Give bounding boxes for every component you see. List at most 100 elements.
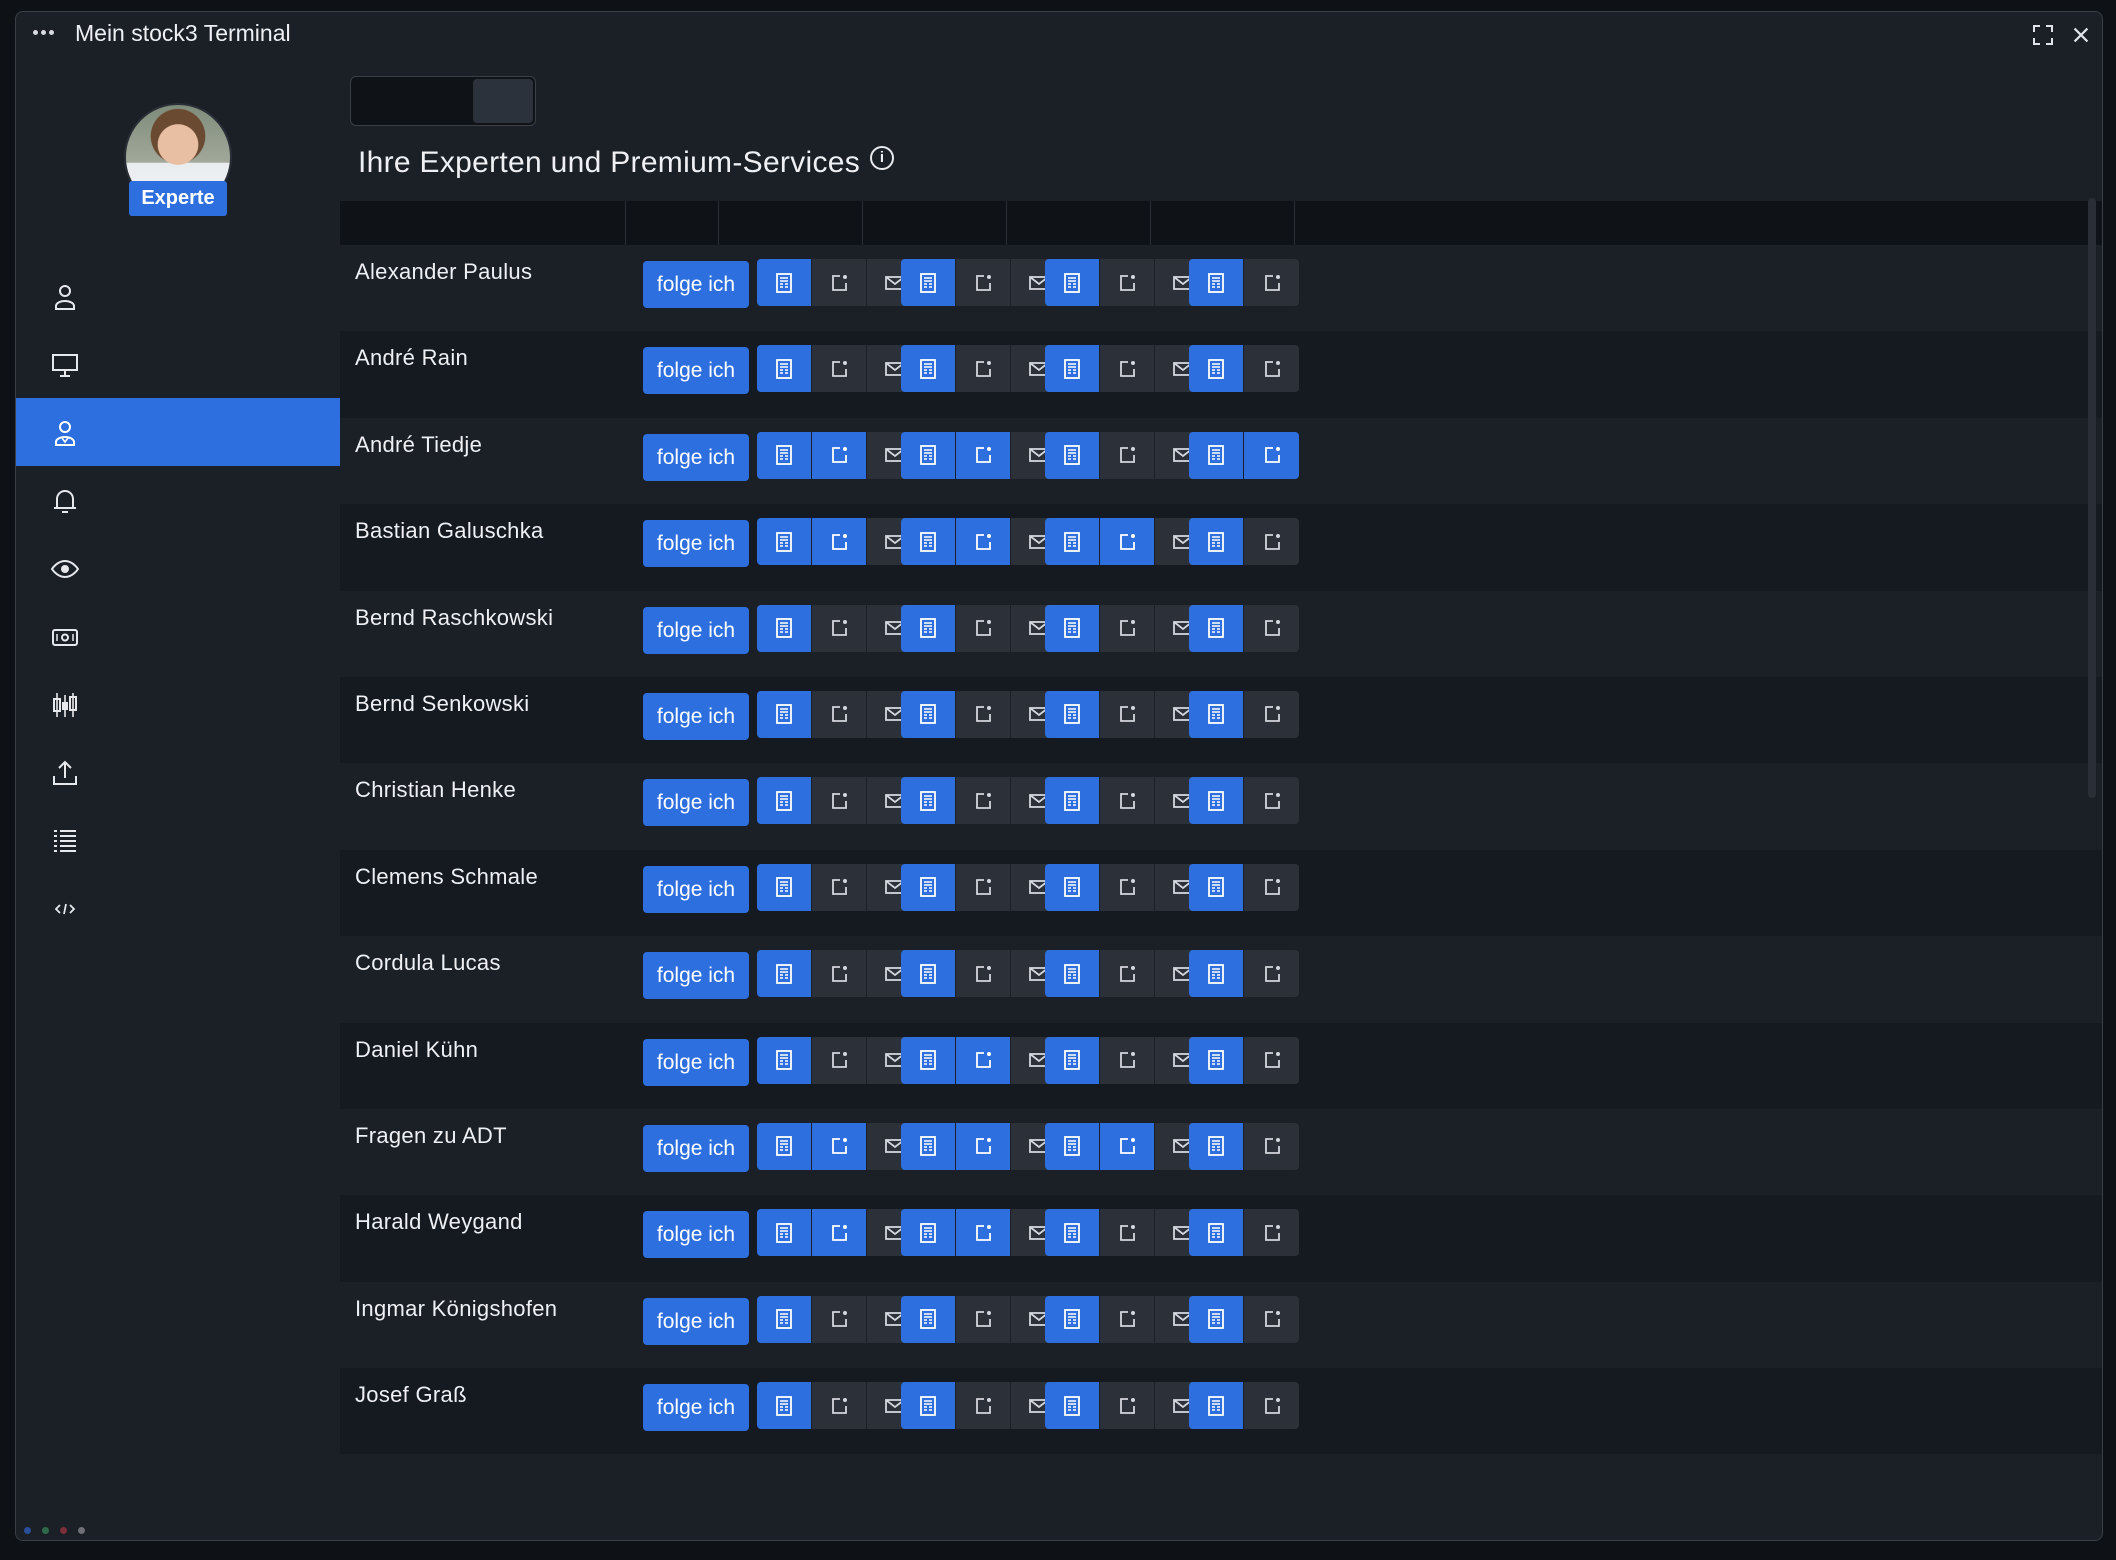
stream-kommentare-push-toggle[interactable]	[1100, 1122, 1155, 1170]
stream-posts-analysis-toggle[interactable]	[901, 1036, 956, 1084]
follow-button[interactable]: folge ich	[643, 692, 749, 740]
stream-posts-analysis-toggle[interactable]	[901, 431, 956, 479]
stream-posts-push-toggle[interactable]	[956, 345, 1011, 393]
stream-posts-push-toggle[interactable]	[956, 1122, 1011, 1170]
stream-posts-push-toggle[interactable]	[956, 1382, 1011, 1430]
stream-posts-push-toggle[interactable]	[956, 1036, 1011, 1084]
stream-posts-push-toggle[interactable]	[956, 604, 1011, 652]
expert-name[interactable]: Clemens Schmale	[355, 864, 538, 890]
stream-kommentare-analysis-toggle[interactable]	[1045, 1122, 1100, 1170]
stream-kommentare-analysis-toggle[interactable]	[1045, 863, 1100, 911]
follow-button[interactable]: folge ich	[643, 1384, 749, 1432]
stream-posts-analysis-toggle[interactable]	[901, 259, 956, 306]
analysen-analysis-toggle[interactable]	[757, 690, 812, 738]
stream-posts-analysis-toggle[interactable]	[901, 690, 956, 738]
stream-posts-push-toggle[interactable]	[956, 431, 1011, 479]
follow-button[interactable]: folge ich	[643, 261, 749, 308]
analysen-push-toggle[interactable]	[812, 345, 867, 393]
sidebar-item-watchlists[interactable]	[16, 534, 340, 602]
stream-kommentare-push-toggle[interactable]	[1100, 604, 1155, 652]
sidebar-item-depots[interactable]	[16, 602, 340, 670]
follow-button[interactable]: folge ich	[643, 520, 749, 568]
sidebar-item-account[interactable]	[16, 262, 340, 330]
trade-push-toggle[interactable]	[1244, 1209, 1299, 1257]
expert-name[interactable]: André Rain	[355, 345, 468, 371]
stream-kommentare-analysis-toggle[interactable]	[1045, 1295, 1100, 1343]
expert-name[interactable]: Bastian Galuschka	[355, 518, 544, 544]
sidebar-item-desktops[interactable]	[16, 330, 340, 398]
trade-push-toggle[interactable]	[1244, 1295, 1299, 1343]
follow-button[interactable]: folge ich	[643, 347, 749, 395]
trade-push-toggle[interactable]	[1244, 863, 1299, 911]
stream-kommentare-push-toggle[interactable]	[1100, 345, 1155, 393]
trade-push-toggle[interactable]	[1244, 604, 1299, 652]
trade-push-toggle[interactable]	[1244, 777, 1299, 825]
info-icon[interactable]: i	[870, 146, 895, 170]
analysen-push-toggle[interactable]	[812, 259, 867, 306]
stream-posts-push-toggle[interactable]	[956, 863, 1011, 911]
column-header[interactable]	[719, 201, 863, 245]
follow-button[interactable]: folge ich	[643, 1038, 749, 1086]
trade-push-toggle[interactable]	[1244, 1036, 1299, 1084]
stream-kommentare-push-toggle[interactable]	[1100, 1295, 1155, 1343]
expert-name[interactable]: Ingmar Königshofen	[355, 1296, 557, 1322]
analysen-analysis-toggle[interactable]	[757, 604, 812, 652]
trade-push-toggle[interactable]	[1244, 690, 1299, 738]
trade-analysis-toggle[interactable]	[1189, 1382, 1244, 1430]
trade-analysis-toggle[interactable]	[1189, 950, 1244, 998]
expert-name[interactable]: Fragen zu ADT	[355, 1123, 507, 1149]
stream-kommentare-analysis-toggle[interactable]	[1045, 1036, 1100, 1084]
trade-push-toggle[interactable]	[1244, 1382, 1299, 1430]
stream-posts-analysis-toggle[interactable]	[901, 777, 956, 825]
trade-analysis-toggle[interactable]	[1189, 431, 1244, 479]
trade-analysis-toggle[interactable]	[1189, 1295, 1244, 1343]
expert-name[interactable]: Harald Weygand	[355, 1209, 523, 1235]
analysen-analysis-toggle[interactable]	[757, 863, 812, 911]
trade-analysis-toggle[interactable]	[1189, 345, 1244, 393]
stream-kommentare-analysis-toggle[interactable]	[1045, 1209, 1100, 1257]
expert-name[interactable]: Josef Graß	[355, 1382, 467, 1408]
trade-analysis-toggle[interactable]	[1189, 259, 1244, 306]
close-icon[interactable]	[2066, 20, 2096, 50]
trade-analysis-toggle[interactable]	[1189, 1122, 1244, 1170]
stream-kommentare-analysis-toggle[interactable]	[1045, 518, 1100, 566]
stream-posts-analysis-toggle[interactable]	[901, 950, 956, 998]
column-header[interactable]	[626, 201, 719, 245]
sidebar-item-uploads[interactable]	[16, 738, 340, 806]
tab-experten[interactable]	[473, 79, 533, 123]
column-header[interactable]	[340, 201, 626, 245]
follow-button[interactable]: folge ich	[643, 1124, 749, 1172]
stream-kommentare-push-toggle[interactable]	[1100, 690, 1155, 738]
tab-services[interactable]	[413, 79, 473, 123]
analysen-push-toggle[interactable]	[812, 1122, 867, 1170]
expert-name[interactable]: André Tiedje	[355, 432, 482, 458]
stream-posts-push-toggle[interactable]	[956, 259, 1011, 306]
follow-button[interactable]: folge ich	[643, 952, 749, 1000]
expert-name[interactable]: Cordula Lucas	[355, 950, 501, 976]
expert-name[interactable]: Bernd Raschkowski	[355, 605, 553, 631]
stream-kommentare-push-toggle[interactable]	[1100, 777, 1155, 825]
stream-posts-push-toggle[interactable]	[956, 777, 1011, 825]
stream-kommentare-push-toggle[interactable]	[1100, 259, 1155, 306]
stream-posts-analysis-toggle[interactable]	[901, 863, 956, 911]
stream-kommentare-push-toggle[interactable]	[1100, 1382, 1155, 1430]
stream-kommentare-analysis-toggle[interactable]	[1045, 950, 1100, 998]
analysen-push-toggle[interactable]	[812, 1295, 867, 1343]
analysen-push-toggle[interactable]	[812, 1382, 867, 1430]
follow-button[interactable]: folge ich	[643, 779, 749, 827]
trade-push-toggle[interactable]	[1244, 345, 1299, 393]
stream-posts-analysis-toggle[interactable]	[901, 1382, 956, 1430]
stream-kommentare-push-toggle[interactable]	[1100, 863, 1155, 911]
trade-analysis-toggle[interactable]	[1189, 863, 1244, 911]
stream-kommentare-push-toggle[interactable]	[1100, 431, 1155, 479]
sidebar-item-experten[interactable]	[16, 398, 340, 466]
analysen-analysis-toggle[interactable]	[757, 1209, 812, 1257]
trade-push-toggle[interactable]	[1244, 431, 1299, 479]
analysen-analysis-toggle[interactable]	[757, 1382, 812, 1430]
stream-kommentare-push-toggle[interactable]	[1100, 950, 1155, 998]
stream-posts-analysis-toggle[interactable]	[901, 1209, 956, 1257]
trade-analysis-toggle[interactable]	[1189, 518, 1244, 566]
analysen-push-toggle[interactable]	[812, 863, 867, 911]
window-menu-icon[interactable]	[33, 30, 54, 35]
stream-kommentare-push-toggle[interactable]	[1100, 1036, 1155, 1084]
